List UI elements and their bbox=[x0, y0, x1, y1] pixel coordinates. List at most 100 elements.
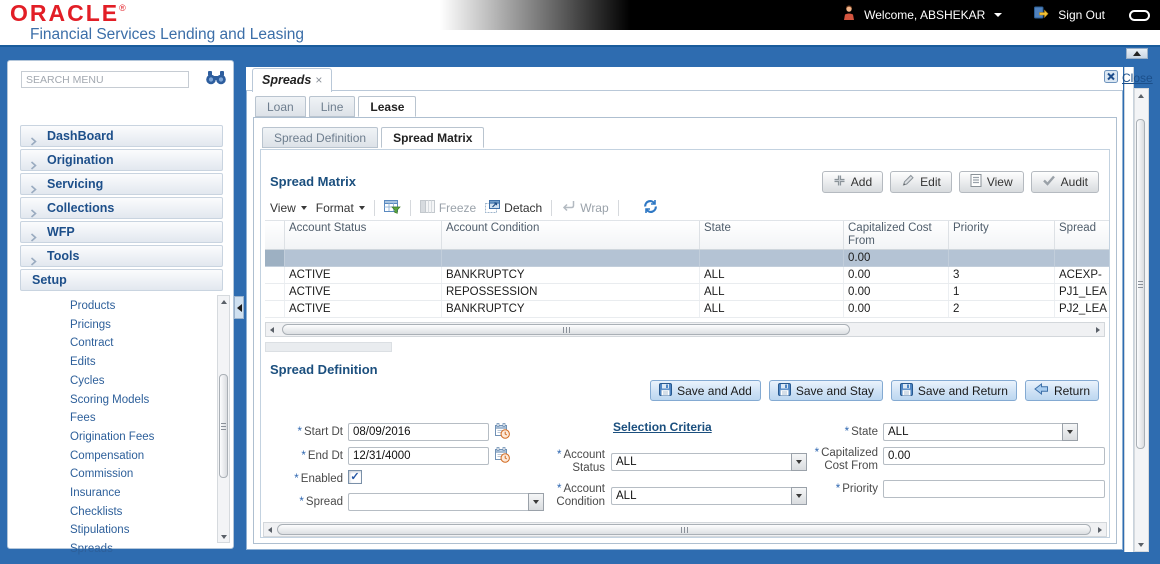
tab-spread-definition[interactable]: Spread Definition bbox=[262, 127, 378, 148]
scroll-down-arrow-icon[interactable] bbox=[218, 531, 229, 542]
table-row-selected[interactable]: 0.00 bbox=[265, 250, 1109, 267]
submenu-item-compensation[interactable]: Compensation bbox=[70, 447, 208, 466]
tab-lease[interactable]: Lease bbox=[358, 96, 416, 117]
scroll-down-arrow-icon[interactable] bbox=[1135, 539, 1146, 550]
return-button[interactable]: Return bbox=[1025, 380, 1099, 401]
capitalized-cost-from-field[interactable] bbox=[883, 447, 1105, 465]
start-dt-field[interactable] bbox=[348, 423, 489, 441]
table-cell bbox=[285, 250, 442, 266]
table-row[interactable]: ACTIVE BANKRUPTCY ALL 2 0.00 2 PJ2_LEA bbox=[265, 301, 1109, 318]
priority-field[interactable] bbox=[883, 480, 1105, 498]
wrap-button[interactable]: Wrap bbox=[561, 200, 608, 215]
sidebar-item-wfp[interactable]: WFP bbox=[20, 221, 223, 243]
submenu-item-contract[interactable]: Contract bbox=[70, 334, 208, 353]
column-header[interactable]: Priority bbox=[949, 221, 1055, 249]
submenu-item-commission[interactable]: Commission bbox=[70, 465, 208, 484]
combo-arrow-icon[interactable] bbox=[1062, 423, 1078, 441]
table-row[interactable]: ACTIVE REPOSSESSION ALL 0.00 1 PJ1_LEA bbox=[265, 284, 1109, 301]
save-and-return-button[interactable]: Save and Return bbox=[891, 380, 1017, 401]
combo-arrow-icon[interactable] bbox=[528, 493, 544, 511]
save-and-add-button[interactable]: Save and Add bbox=[650, 380, 761, 401]
enabled-checkbox[interactable]: ✓ bbox=[348, 470, 362, 484]
page-v-scrollbar[interactable] bbox=[1134, 88, 1149, 552]
floppy-icon bbox=[900, 383, 913, 399]
view-button[interactable]: View bbox=[959, 171, 1024, 193]
column-header[interactable]: State bbox=[700, 221, 844, 249]
signout-link[interactable]: Sign Out bbox=[1058, 8, 1105, 22]
table-row[interactable]: ACTIVE BANKRUPTCY ALL 0.00 3 ACEXP- bbox=[265, 267, 1109, 284]
freeze-button[interactable]: Freeze bbox=[420, 200, 476, 216]
sidebar-collapse-handle[interactable] bbox=[234, 296, 244, 319]
scroll-right-arrow-icon[interactable] bbox=[1094, 523, 1106, 536]
submenu-item-spreads[interactable]: Spreads bbox=[70, 540, 208, 559]
tab-spread-matrix[interactable]: Spread Matrix bbox=[381, 127, 484, 148]
sidebar-item-collections[interactable]: Collections bbox=[20, 197, 223, 219]
refresh-button[interactable] bbox=[642, 199, 659, 217]
collapse-up-button[interactable] bbox=[1126, 48, 1148, 59]
column-header[interactable]: Account Condition bbox=[442, 221, 700, 249]
sidebar-item-setup[interactable]: Setup bbox=[20, 269, 223, 291]
submenu-item-pricings[interactable]: Pricings bbox=[70, 316, 208, 335]
calendar-icon[interactable] bbox=[494, 423, 511, 440]
sidebar-item-dashboard[interactable]: DashBoard bbox=[20, 125, 223, 147]
close-button[interactable]: Close bbox=[1104, 70, 1153, 86]
session-pill-icon[interactable] bbox=[1129, 10, 1150, 21]
oracle-wordmark: ORACLE bbox=[10, 0, 119, 26]
table-h-scrollbar[interactable] bbox=[265, 322, 1105, 337]
submenu-item-scoring-models[interactable]: Scoring Models bbox=[70, 391, 208, 410]
right-side-strip bbox=[1124, 67, 1134, 552]
detach-button[interactable]: Detach bbox=[485, 200, 542, 216]
account-condition-combo[interactable]: ALL bbox=[611, 487, 807, 505]
submenu-item-products[interactable]: Products bbox=[70, 297, 208, 316]
scroll-up-arrow-icon[interactable] bbox=[218, 296, 229, 307]
tab-close-icon[interactable]: × bbox=[315, 73, 322, 87]
page-h-scrollbar[interactable] bbox=[263, 522, 1107, 537]
spread-matrix-panel: Spread Matrix Add Edit View Audit View F… bbox=[260, 149, 1110, 538]
tab-loan[interactable]: Loan bbox=[255, 96, 306, 117]
save-and-stay-button[interactable]: Save and Stay bbox=[769, 380, 883, 401]
column-header[interactable]: Spread bbox=[1055, 221, 1109, 249]
scroll-right-arrow-icon[interactable] bbox=[1092, 323, 1104, 336]
submenu-item-checklists[interactable]: Checklists bbox=[70, 503, 208, 522]
search-input[interactable] bbox=[21, 71, 189, 88]
caret-down-icon[interactable] bbox=[994, 13, 1002, 17]
submenu-item-insurance[interactable]: Insurance bbox=[70, 484, 208, 503]
edit-button[interactable]: Edit bbox=[890, 171, 952, 193]
lease-tab-panel: Spread DefinitionSpread Matrix Spread Ma… bbox=[253, 117, 1117, 544]
sidebar-item-servicing[interactable]: Servicing bbox=[20, 173, 223, 195]
table-cell bbox=[1055, 250, 1109, 266]
end-dt-field[interactable] bbox=[348, 447, 489, 465]
query-by-example-button[interactable] bbox=[384, 199, 401, 217]
state-combo[interactable]: ALL bbox=[883, 423, 1078, 441]
sidebar-scroll-thumb[interactable] bbox=[219, 374, 228, 478]
page-h-scroll-thumb[interactable] bbox=[277, 524, 1091, 535]
setup-submenu: Products Pricings Contract Edits Cycles … bbox=[8, 297, 208, 559]
sidebar-item-tools[interactable]: Tools bbox=[20, 245, 223, 267]
column-header[interactable]: Capitalized Cost From bbox=[844, 221, 949, 249]
submenu-item-cycles[interactable]: Cycles bbox=[70, 372, 208, 391]
audit-button[interactable]: Audit bbox=[1031, 171, 1099, 193]
submenu-item-fees[interactable]: Fees bbox=[70, 409, 208, 428]
page-v-scroll-thumb[interactable] bbox=[1136, 119, 1145, 449]
column-header[interactable]: Account Status bbox=[285, 221, 442, 249]
spread-combo[interactable] bbox=[348, 493, 544, 511]
welcome-menu[interactable]: Welcome, ABSHEKAR bbox=[864, 8, 985, 22]
scroll-left-arrow-icon[interactable] bbox=[266, 323, 278, 336]
scroll-up-arrow-icon[interactable] bbox=[1135, 90, 1146, 101]
format-menu[interactable]: Format bbox=[316, 201, 365, 215]
submenu-item-origination-fees[interactable]: Origination Fees bbox=[70, 428, 208, 447]
view-menu[interactable]: View bbox=[270, 201, 307, 215]
submenu-item-stipulations[interactable]: Stipulations bbox=[70, 521, 208, 540]
page-tab-spreads[interactable]: Spreads× bbox=[252, 68, 332, 92]
submenu-item-edits[interactable]: Edits bbox=[70, 353, 208, 372]
add-button[interactable]: Add bbox=[822, 171, 883, 193]
search-icon[interactable] bbox=[205, 70, 227, 86]
sidebar-item-origination[interactable]: Origination bbox=[20, 149, 223, 171]
account-status-combo[interactable]: ALL bbox=[611, 453, 807, 471]
calendar-icon[interactable] bbox=[494, 447, 511, 464]
scroll-left-arrow-icon[interactable] bbox=[264, 523, 276, 536]
row-selector-header bbox=[265, 221, 285, 249]
sidebar-scrollbar[interactable] bbox=[217, 295, 230, 543]
table-h-scroll-thumb[interactable] bbox=[282, 324, 850, 335]
tab-line[interactable]: Line bbox=[309, 96, 356, 117]
